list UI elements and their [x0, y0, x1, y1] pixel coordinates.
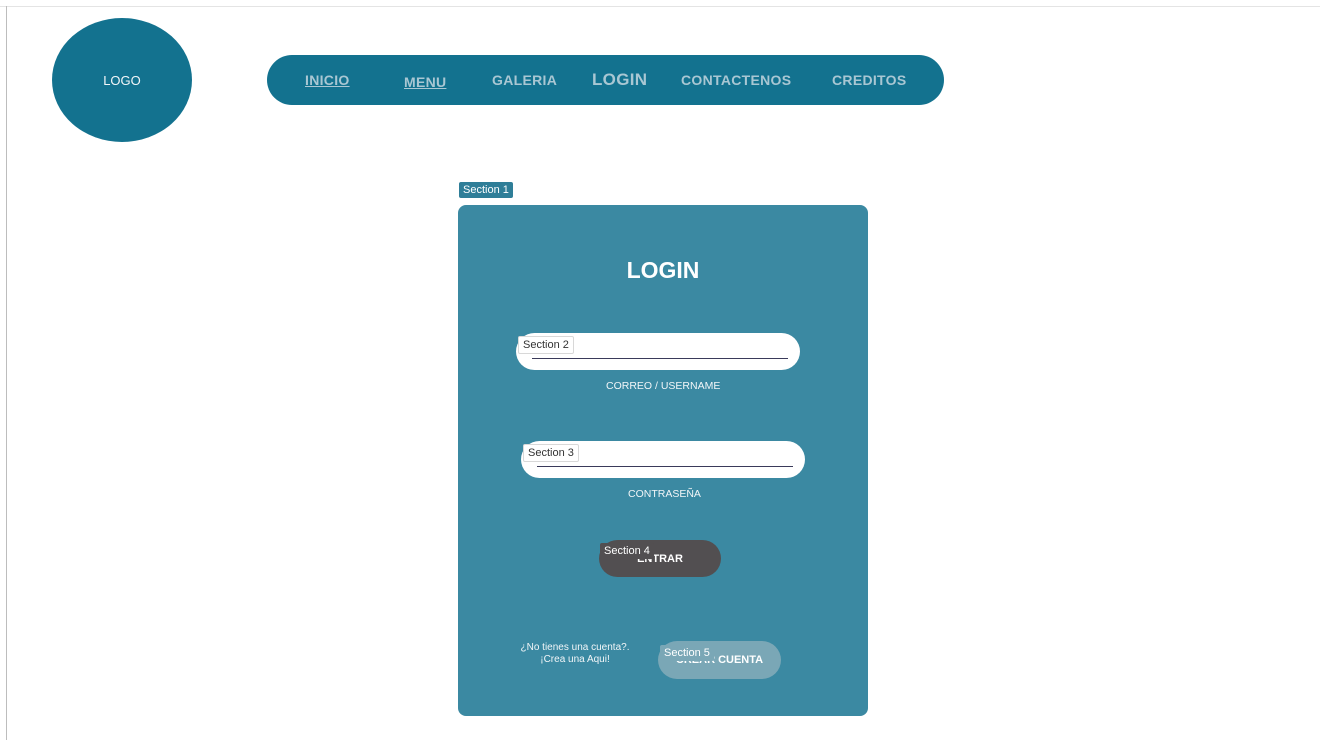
username-underline — [532, 358, 788, 359]
left-border — [6, 6, 7, 740]
section-5-tag: Section 5 — [660, 645, 714, 661]
section-1-tag: Section 1 — [459, 182, 513, 198]
nav-menu[interactable]: MENU — [404, 57, 446, 107]
nav-creditos[interactable]: CREDITOS — [832, 55, 907, 105]
username-label: CORREO / USERNAME — [606, 380, 721, 392]
password-underline — [537, 466, 793, 467]
signup-prompt-line2: ¡Crea una Aqui! — [540, 654, 610, 665]
nav-inicio[interactable]: INICIO — [305, 55, 350, 105]
nav-contactenos[interactable]: CONTACTENOS — [681, 55, 791, 105]
nav-login[interactable]: LOGIN — [592, 55, 647, 105]
section-3-tag: Section 3 — [523, 444, 579, 462]
section-4-tag: Section 4 — [600, 543, 654, 559]
signup-prompt-line1: ¿No tienes una cuenta?. — [520, 642, 630, 653]
signup-prompt: ¿No tienes una cuenta?. ¡Crea una Aqui! — [508, 642, 642, 666]
password-label: CONTRASEÑA — [628, 488, 701, 500]
logo-text: LOGO — [103, 72, 141, 88]
login-card: LOGIN Section 2 CORREO / USERNAME Sectio… — [458, 205, 868, 716]
nav-galeria[interactable]: GALERIA — [492, 55, 557, 105]
login-title: LOGIN — [626, 257, 700, 283]
logo: LOGO — [52, 18, 192, 142]
main-navbar: INICIO MENU GALERIA LOGIN CONTACTENOS CR… — [267, 55, 944, 105]
section-2-tag: Section 2 — [518, 336, 574, 354]
top-border — [0, 6, 1320, 7]
